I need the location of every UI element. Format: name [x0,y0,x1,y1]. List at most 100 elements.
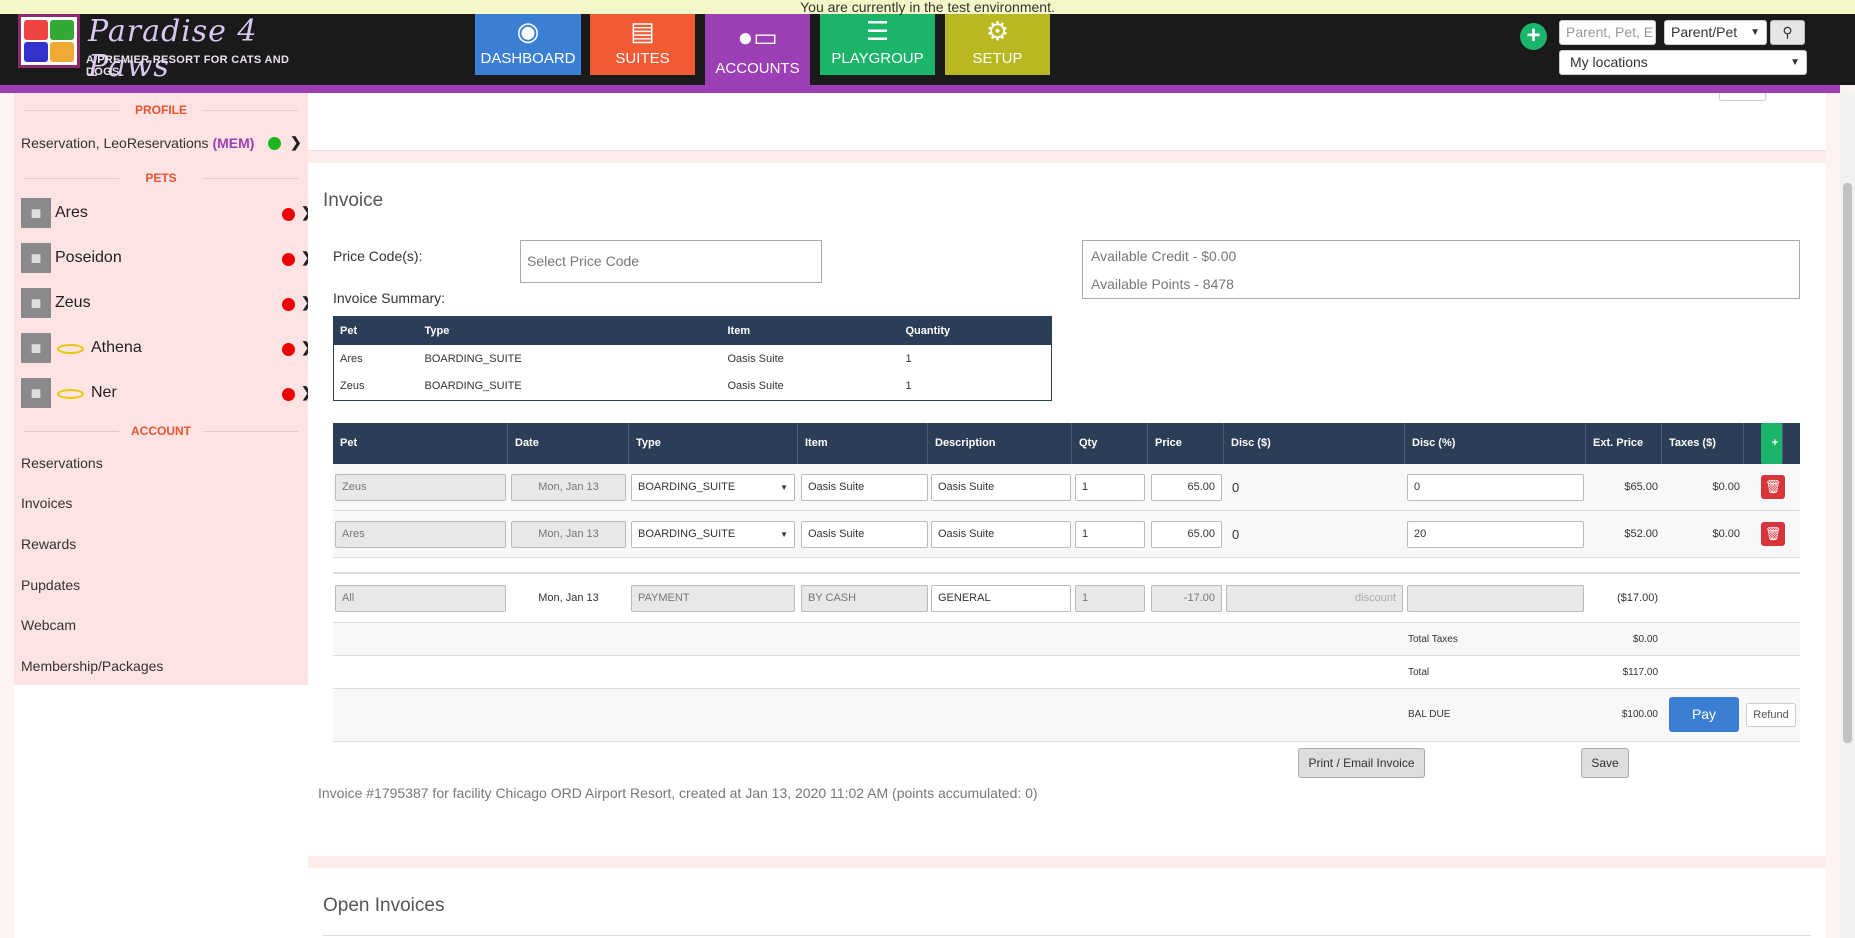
scrollbar-thumb[interactable] [1843,183,1852,743]
nav-label: SUITES [615,50,670,67]
date-field[interactable]: Mon, Jan 13 [511,521,626,548]
pets-heading: PETS [14,171,308,185]
description-field[interactable]: Oasis Suite [931,474,1071,501]
chevron-right-icon[interactable]: ❯ [290,134,302,151]
disc-pct-field[interactable]: 20 [1407,521,1584,548]
nav-playgroup[interactable]: ☰ PLAYGROUP [820,14,935,75]
price-code-select[interactable]: Select Price Code [520,240,822,283]
type-field[interactable]: PAYMENT [631,585,795,612]
total-label: Total [1408,667,1430,678]
ext-price: ($17.00) [1617,592,1658,604]
save-button[interactable]: Save [1581,748,1629,778]
account-item-membership[interactable]: Membership/Packages [21,658,163,674]
qty-field[interactable]: 1 [1075,521,1145,548]
list-icon: ☰ [865,16,890,46]
available-credit: Available Credit - $0.00 [1091,248,1237,264]
type-select[interactable]: BOARDING_SUITE ▼ [631,474,795,501]
invoice-summary-table: Pet Type Item Quantity Ares BOARDING_SUI… [333,316,1052,401]
item-field[interactable]: BY CASH [801,585,928,612]
pay-button[interactable]: Pay [1669,697,1739,732]
member-badge: (MEM) [212,135,255,151]
available-points: Available Points - 8478 [1091,276,1234,292]
account-item-pupdates[interactable]: Pupdates [21,577,80,593]
print-email-invoice-button[interactable]: Print / Email Invoice [1298,748,1425,778]
account-item-webcam[interactable]: Webcam [21,617,76,633]
qty-field[interactable]: 1 [1075,474,1145,501]
scrollbar[interactable] [1840,93,1855,938]
price-field[interactable]: 65.00 [1151,521,1222,548]
column-header: Type [629,423,798,464]
item-field[interactable]: Oasis Suite [801,474,928,501]
account-card-icon: ●▭ [737,22,778,52]
pet-field[interactable]: Ares [335,521,506,548]
dog-icon: ■ [21,243,51,273]
add-new-button[interactable]: + [1520,23,1547,50]
total-row: Total $117.00 [333,656,1800,689]
table-cell: 1 [905,352,912,365]
cat-icon: ■ [21,333,51,363]
price-field[interactable]: 65.00 [1151,474,1222,501]
dog-icon: ■ [21,288,51,318]
item-field[interactable]: Oasis Suite [801,521,928,548]
card-button[interactable] [1719,93,1766,101]
spacer-row [333,558,1800,573]
pet-field[interactable]: Zeus [335,474,506,501]
column-header: Description [928,423,1072,464]
account-item-rewards[interactable]: Rewards [21,536,76,552]
search-input[interactable]: Parent, Pet, E [1559,20,1656,45]
pet-item[interactable]: ■ Poseidon ❯ [21,243,313,273]
date-field[interactable]: Mon, Jan 13 [511,474,626,501]
profile-heading: PROFILE [14,103,308,117]
table-row: Ares BOARDING_SUITE Oasis Suite 1 [334,345,1052,373]
payment-row: All Mon, Jan 13 PAYMENT BY CASH GENERAL … [333,573,1800,623]
pet-item[interactable]: ■ Ares ❯ [21,198,313,228]
ext-price: $52.00 [1624,528,1658,540]
logo[interactable]: Paradise 4 Paws A PREMIER RESORT FOR CAT… [18,14,318,84]
pet-item[interactable]: ■ Athena ❯ [21,333,313,363]
search-type-value: Parent/Pet [1671,24,1738,40]
description-field[interactable]: GENERAL [931,585,1071,612]
date-text: Mon, Jan 13 [538,592,599,604]
description-field[interactable]: Oasis Suite [931,521,1071,548]
pet-name: Poseidon [55,249,122,266]
location-select[interactable]: My locations ▼ [1559,50,1807,75]
pet-item[interactable]: ■ Ner ❯ [21,378,313,408]
balance-row: BAL DUE $100.00 Pay Refund [333,689,1800,742]
price-field[interactable]: -17.00 [1151,585,1222,612]
nav-suites[interactable]: ▤ SUITES [590,14,695,75]
calendar-icon: ▤ [630,16,655,46]
type-select[interactable]: BOARDING_SUITE ▼ [631,521,795,548]
gear-icon: ⚙ [985,16,1010,46]
pet-name: Ner [91,384,117,401]
nav-label: DASHBOARD [480,50,576,67]
disc-amount: 0 [1232,527,1240,542]
divider [323,935,1811,936]
account-item-reservations[interactable]: Reservations [21,455,103,471]
table-cell: 1 [905,380,912,393]
nav-dashboard[interactable]: ◉ DASHBOARD [475,14,581,75]
column-header: Qty [1072,423,1148,464]
add-line-button[interactable]: + [1761,423,1783,464]
table-cell: Ares [340,352,363,365]
tag-icon: ◉ [516,16,540,46]
table-cell: Oasis Suite [727,380,784,393]
profile-name[interactable]: Reservation, LeoReservations (MEM) [21,135,254,151]
nav-setup[interactable]: ⚙ SETUP [945,14,1050,75]
trash-icon[interactable]: 🗑 [1761,475,1785,499]
pet-item[interactable]: ■ Zeus ❯ [21,288,313,318]
pet-field[interactable]: All [335,585,506,612]
account-heading: ACCOUNT [14,424,308,438]
disc-pct-field[interactable] [1407,585,1584,612]
chevron-down-icon: ▼ [780,530,788,539]
nav-label: ACCOUNTS [715,60,800,77]
search-type-select[interactable]: Parent/Pet ▼ [1664,20,1767,45]
search-button[interactable]: ⚲ [1770,20,1805,45]
disc-pct-field[interactable]: 0 [1407,474,1584,501]
discount-field[interactable]: discount [1226,585,1403,612]
trash-icon[interactable]: 🗑 [1761,522,1785,546]
qty-field[interactable]: 1 [1075,585,1145,612]
refund-button[interactable]: Refund [1746,703,1796,727]
account-item-invoices[interactable]: Invoices [21,495,72,511]
pet-name: Zeus [55,294,91,311]
nav-accounts[interactable]: ●▭ ACCOUNTS [705,14,810,85]
